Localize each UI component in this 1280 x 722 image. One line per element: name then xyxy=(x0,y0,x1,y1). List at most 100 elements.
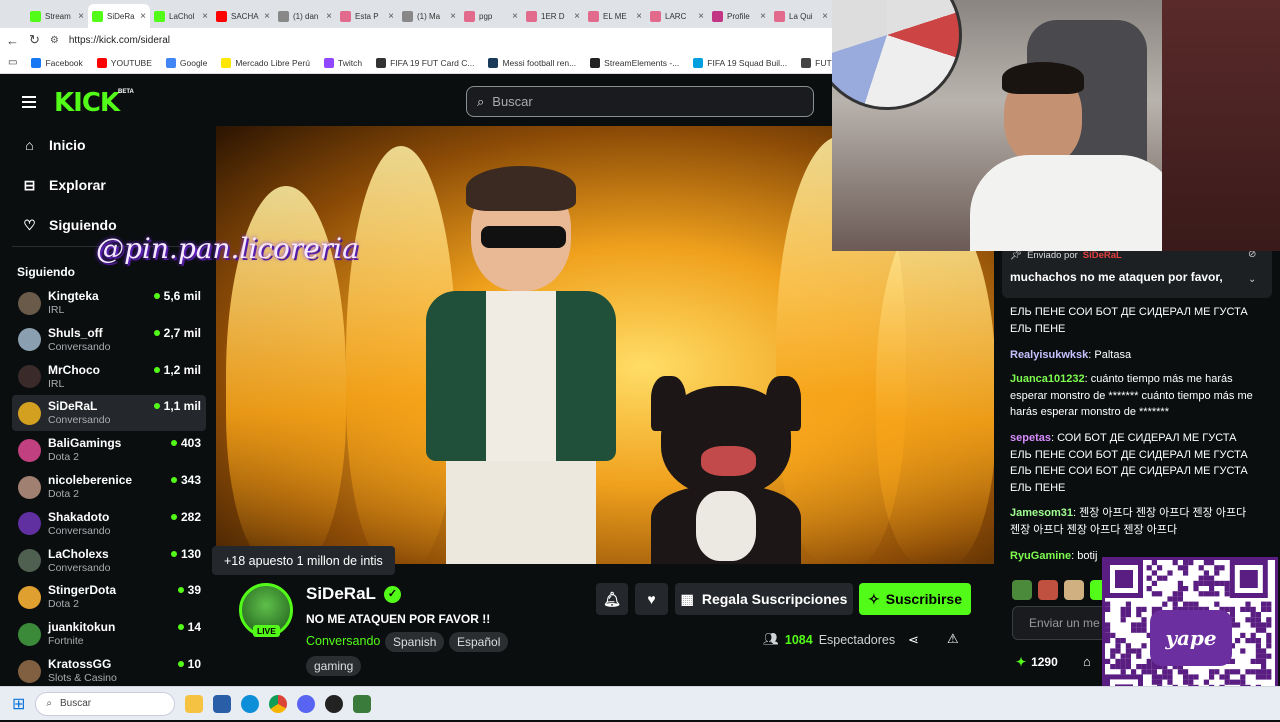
chat-username[interactable]: RyuGamine xyxy=(1010,550,1071,562)
nav-explorar[interactable]: ⊟ Explorar xyxy=(22,177,106,193)
notification-bell-button[interactable]: 🔔︎ xyxy=(596,583,628,615)
share-icon[interactable]: ⋖ xyxy=(908,632,919,648)
chat-username[interactable]: Realyisukwksk xyxy=(1010,349,1088,361)
close-tab-icon[interactable]: × xyxy=(388,11,394,22)
bookmark-item[interactable]: YOUTUBE xyxy=(96,57,152,68)
discord-icon[interactable] xyxy=(297,694,316,713)
emote[interactable] xyxy=(1012,580,1032,600)
chat-username[interactable]: Jamesom31 xyxy=(1010,507,1073,519)
sidebar-channel[interactable]: BaliGamings Dota 2 403 xyxy=(12,432,206,468)
chat-username[interactable]: sepetas xyxy=(1010,432,1051,444)
menu-icon[interactable] xyxy=(22,96,36,108)
follow-button[interactable]: ♥ xyxy=(635,583,668,615)
browser-tab[interactable]: SACHA × xyxy=(212,4,274,28)
close-tab-icon[interactable]: × xyxy=(202,11,208,22)
browser-tab[interactable]: EL ME × xyxy=(584,4,646,28)
browser-tab[interactable]: pgp × xyxy=(460,4,522,28)
sidebar-channel[interactable]: LaCholexs Conversando 130 xyxy=(12,543,206,579)
tag-gaming[interactable]: gaming xyxy=(306,656,362,676)
bookmarks-menu-icon[interactable]: ▭ xyxy=(8,57,17,68)
bookmark-item[interactable]: Google xyxy=(165,57,207,68)
nav-siguiendo[interactable]: ♡ Siguiendo xyxy=(22,217,116,233)
back-icon[interactable]: ← xyxy=(6,33,19,48)
taskbar-search[interactable]: ⌕ Buscar xyxy=(35,691,176,716)
subscribe-button[interactable]: ✧ Suscribirse xyxy=(859,583,971,615)
bookmark-favicon-icon xyxy=(590,57,601,68)
qr-module xyxy=(1261,669,1267,675)
bookmark-item[interactable]: Facebook xyxy=(31,57,83,68)
windows-start-icon[interactable]: ⊞ xyxy=(12,694,25,714)
close-tab-icon[interactable]: × xyxy=(636,11,642,22)
store-app-icon[interactable] xyxy=(213,694,232,713)
bookmark-item[interactable]: Messi football ren... xyxy=(488,57,576,68)
browser-tab[interactable]: LARC × xyxy=(646,4,708,28)
close-tab-icon[interactable]: × xyxy=(326,11,332,22)
bookmark-favicon-icon xyxy=(221,57,232,68)
close-tab-icon[interactable]: × xyxy=(760,11,766,22)
chrome-icon[interactable] xyxy=(269,694,288,713)
tag-espanol[interactable]: Español xyxy=(449,632,509,652)
qr-module xyxy=(1105,658,1111,664)
close-tab-icon[interactable]: × xyxy=(822,11,828,22)
file-explorer-icon[interactable] xyxy=(185,694,204,713)
emote[interactable] xyxy=(1038,580,1058,600)
qr-module xyxy=(1125,612,1131,618)
chevron-down-icon[interactable]: ⌄ xyxy=(1248,274,1256,285)
browser-tab[interactable]: (1) Ma × xyxy=(398,4,460,28)
browser-tab[interactable]: Profile × xyxy=(708,4,770,28)
browser-tab[interactable]: SiDeRa × xyxy=(88,4,150,28)
qr-module xyxy=(1214,591,1220,597)
sidebar-channel[interactable]: Shuls_off Conversando 2,7 mil xyxy=(12,322,206,358)
bookmark-item[interactable]: FIFA 19 FUT Card C... xyxy=(376,57,474,68)
gift-subs-button[interactable]: ▦ Regala Suscripciones xyxy=(675,583,853,615)
site-info-icon[interactable]: ⚙ xyxy=(50,35,59,46)
nav-inicio[interactable]: ⌂ Inicio xyxy=(22,137,85,153)
close-tab-icon[interactable]: × xyxy=(78,11,84,22)
url-field[interactable]: https://kick.com/sideral xyxy=(69,35,170,46)
close-tab-icon[interactable]: × xyxy=(140,11,146,22)
close-tab-icon[interactable]: × xyxy=(698,11,704,22)
sidebar-channel[interactable]: KratossGG Slots & Casino 10 xyxy=(12,653,206,689)
close-tab-icon[interactable]: × xyxy=(574,11,580,22)
streamer-name[interactable]: SiDeRaL ✓ xyxy=(306,584,401,604)
tag-spanish[interactable]: Spanish xyxy=(385,632,445,652)
category-link[interactable]: Conversando xyxy=(306,634,380,648)
store-icon[interactable]: ⌂ xyxy=(1083,654,1091,669)
bookmark-item[interactable]: FIFA 19 Squad Buil... xyxy=(693,57,787,68)
emote[interactable] xyxy=(1064,580,1084,600)
close-tab-icon[interactable]: × xyxy=(450,11,456,22)
sidebar-channel[interactable]: SiDeRaL Conversando 1,1 mil xyxy=(12,395,206,432)
browser-tab[interactable]: 1ER D × xyxy=(522,4,584,28)
sidebar-channel[interactable]: Kingteka IRL 5,6 mil xyxy=(12,285,206,321)
sidebar-channel[interactable]: StingerDota Dota 2 39 xyxy=(12,579,206,615)
browser-tab[interactable]: Stream × xyxy=(26,4,88,28)
chat-username[interactable]: Juanca101232 xyxy=(1010,373,1085,385)
bookmark-item[interactable]: Twitch xyxy=(323,57,362,68)
qr-module xyxy=(1136,606,1142,612)
edge-icon[interactable] xyxy=(241,694,260,713)
qr-module xyxy=(1261,653,1267,659)
browser-tab[interactable]: La Qui × xyxy=(770,4,832,28)
browser-tab[interactable]: (1) dan × xyxy=(274,4,336,28)
sidebar-channel[interactable]: Shakadoto Conversando 282 xyxy=(12,506,206,542)
qr-module xyxy=(1125,606,1131,612)
browser-tab[interactable]: LaChol × xyxy=(150,4,212,28)
sidebar-channel[interactable]: nicoleberenice Dota 2 343 xyxy=(12,469,206,505)
search-input[interactable]: ⌕ Buscar xyxy=(466,86,814,117)
qr-module xyxy=(1183,679,1189,685)
sidebar-channel[interactable]: juankitokun Fortnite 14 xyxy=(12,616,206,652)
report-icon[interactable]: ⚠ xyxy=(947,631,959,647)
obs-icon[interactable] xyxy=(325,694,344,713)
sidebar-channel[interactable]: MrChoco IRL 1,2 mil xyxy=(12,359,206,395)
close-tab-icon[interactable]: × xyxy=(512,11,518,22)
reload-icon[interactable]: ↻ xyxy=(29,32,40,48)
bookmark-item[interactable]: StreamElements -... xyxy=(590,57,679,68)
qr-module xyxy=(1136,664,1142,670)
kick-logo[interactable]: KICK xyxy=(54,88,120,118)
close-tab-icon[interactable]: × xyxy=(264,11,270,22)
channel-points[interactable]: ✦ 1290 xyxy=(1016,655,1058,669)
bookmark-item[interactable]: Mercado Libre Perú xyxy=(221,57,310,68)
app-icon[interactable] xyxy=(353,694,372,713)
browser-tab[interactable]: Esta P × xyxy=(336,4,398,28)
bookmark-item[interactable]: FUT Web App xyxy=(801,57,832,68)
